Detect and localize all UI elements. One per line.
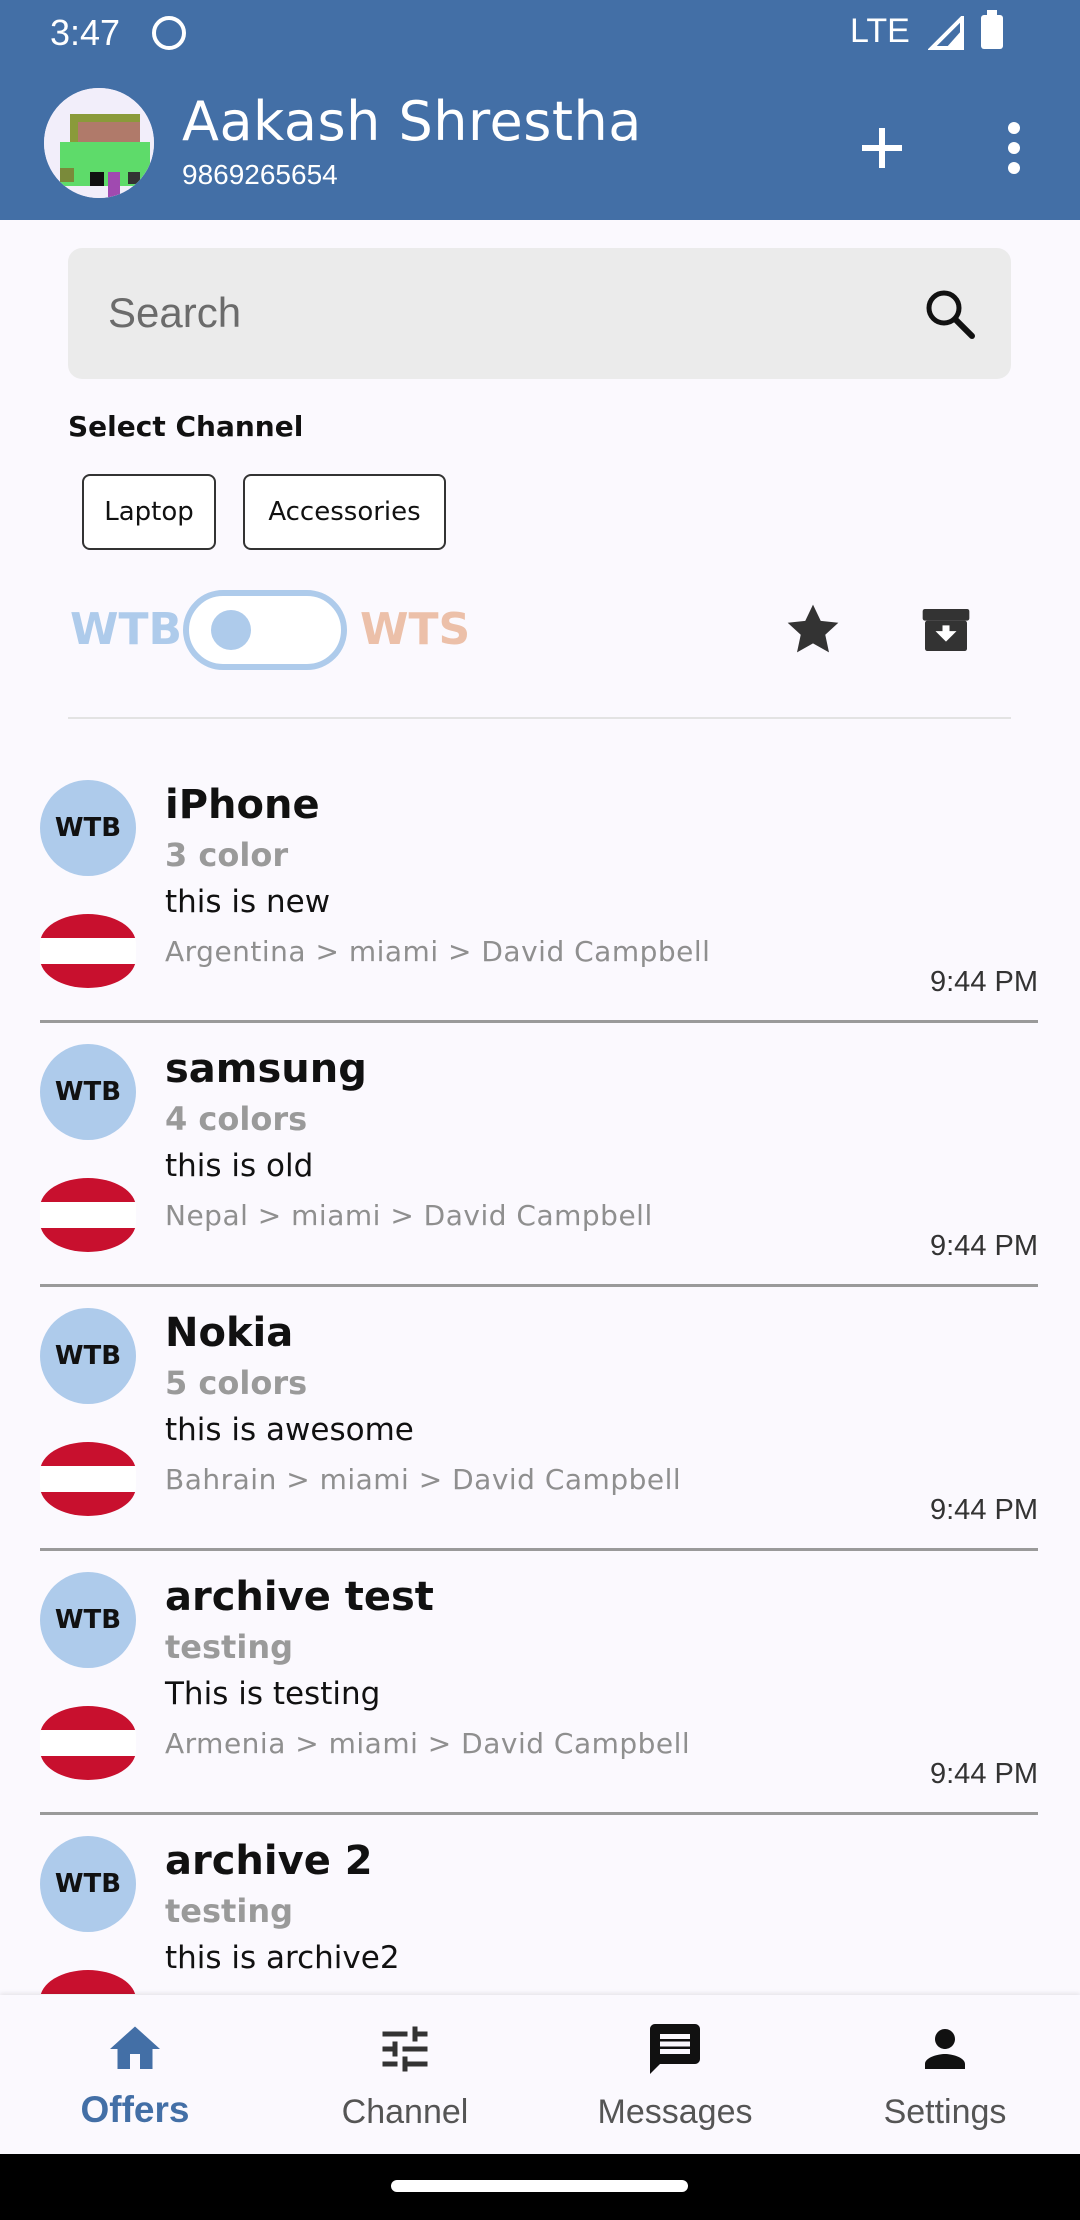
offer-description: this is old	[165, 1148, 314, 1184]
notification-icon	[152, 16, 186, 50]
archive-icon[interactable]	[918, 602, 974, 658]
select-channel-title: Select Channel	[68, 410, 304, 443]
offer-description: this is new	[165, 884, 331, 920]
more-vert-icon[interactable]	[990, 114, 1038, 182]
flag-icon	[40, 914, 136, 988]
search-input[interactable]	[108, 278, 888, 348]
offer-subtitle: testing	[165, 1628, 293, 1666]
offer-description: This is testing	[165, 1676, 381, 1712]
nav-item-channel[interactable]: Channel	[270, 1995, 540, 2154]
flag-icon	[40, 1178, 136, 1252]
divider	[68, 717, 1011, 719]
nav-label: Messages	[597, 2093, 753, 2131]
offer-time: 9:44 PM	[930, 1758, 1038, 1790]
offer-item[interactable]: WTB Nokia 5 colors this is awesome Bahra…	[0, 1278, 1080, 1551]
wtb-badge: WTB	[40, 1572, 136, 1668]
message-icon	[650, 2024, 700, 2074]
network-type: LTE	[850, 12, 910, 50]
nav-label: Channel	[341, 2093, 469, 2131]
offers-list[interactable]: WTB iPhone 3 color this is new Argentina…	[0, 750, 1080, 1995]
offer-time: 9:44 PM	[930, 1494, 1038, 1526]
signal-icon	[928, 16, 964, 50]
add-icon[interactable]	[848, 114, 916, 182]
avatar[interactable]	[44, 88, 154, 198]
offer-description: this is awesome	[165, 1412, 414, 1448]
bottom-navigation: Offers Channel Messages Settings	[0, 1995, 1080, 2154]
offer-item[interactable]: WTB samsung 4 colors this is old Nepal >…	[0, 1014, 1080, 1287]
status-time: 3:47	[50, 12, 121, 53]
offer-location-path: Bahrain > miami > David Campbell	[165, 1463, 682, 1496]
user-name: Aakash Shrestha	[182, 90, 642, 153]
tune-icon	[382, 2026, 428, 2072]
flag-icon	[40, 1970, 136, 1995]
nav-item-settings[interactable]: Settings	[810, 1995, 1080, 2154]
flag-icon	[40, 1706, 136, 1780]
offer-time: 9:44 PM	[930, 1230, 1038, 1262]
offer-description: this is archive2	[165, 1940, 400, 1976]
offer-item[interactable]: WTB archive 2 testing this is archive2	[0, 1806, 1080, 1995]
offer-location-path: Nepal > miami > David Campbell	[165, 1199, 653, 1232]
toggle-knob	[211, 610, 251, 650]
offer-title: archive 2	[165, 1838, 373, 1884]
offer-subtitle: 4 colors	[165, 1100, 308, 1138]
offer-subtitle: 3 color	[165, 836, 289, 874]
search-icon[interactable]	[920, 284, 980, 344]
battery-icon	[981, 10, 1003, 49]
wts-label: WTS	[360, 604, 471, 655]
wtb-badge: WTB	[40, 1308, 136, 1404]
nav-item-offers[interactable]: Offers	[0, 1995, 270, 2154]
wtb-wts-toggle[interactable]	[183, 590, 347, 670]
offer-title: Nokia	[165, 1310, 294, 1356]
offer-time: 9:44 PM	[930, 966, 1038, 998]
nav-label: Offers	[80, 2089, 190, 2130]
wtb-badge: WTB	[40, 780, 136, 876]
offer-location-path: Argentina > miami > David Campbell	[165, 935, 711, 968]
flag-icon	[40, 1442, 136, 1516]
wtb-badge: WTB	[40, 1044, 136, 1140]
offer-subtitle: testing	[165, 1892, 293, 1930]
offer-location-path: Armenia > miami > David Campbell	[165, 1727, 691, 1760]
channel-chip-accessories[interactable]: Accessories	[243, 474, 446, 550]
app-bar: Aakash Shrestha 9869265654	[0, 64, 1080, 220]
offer-title: archive test	[165, 1574, 434, 1620]
channel-chip-laptop[interactable]: Laptop	[82, 474, 216, 550]
search-bar	[68, 248, 1011, 379]
nav-label: Settings	[883, 2093, 1007, 2131]
wtb-label: WTB	[70, 604, 183, 655]
status-bar: 3:47 LTE	[0, 0, 1080, 64]
offer-title: iPhone	[165, 782, 320, 828]
offer-item[interactable]: WTB iPhone 3 color this is new Argentina…	[0, 750, 1080, 1023]
home-icon	[110, 2026, 160, 2069]
offer-title: samsung	[165, 1046, 367, 1092]
user-phone: 9869265654	[182, 159, 338, 190]
person-icon	[925, 2029, 965, 2069]
star-icon[interactable]	[780, 598, 846, 662]
nav-item-messages[interactable]: Messages	[540, 1995, 810, 2154]
wtb-badge: WTB	[40, 1836, 136, 1932]
home-indicator[interactable]	[391, 2180, 688, 2192]
gesture-bar	[0, 2154, 1080, 2220]
offer-subtitle: 5 colors	[165, 1364, 308, 1402]
offer-item[interactable]: WTB archive test testing This is testing…	[0, 1542, 1080, 1815]
